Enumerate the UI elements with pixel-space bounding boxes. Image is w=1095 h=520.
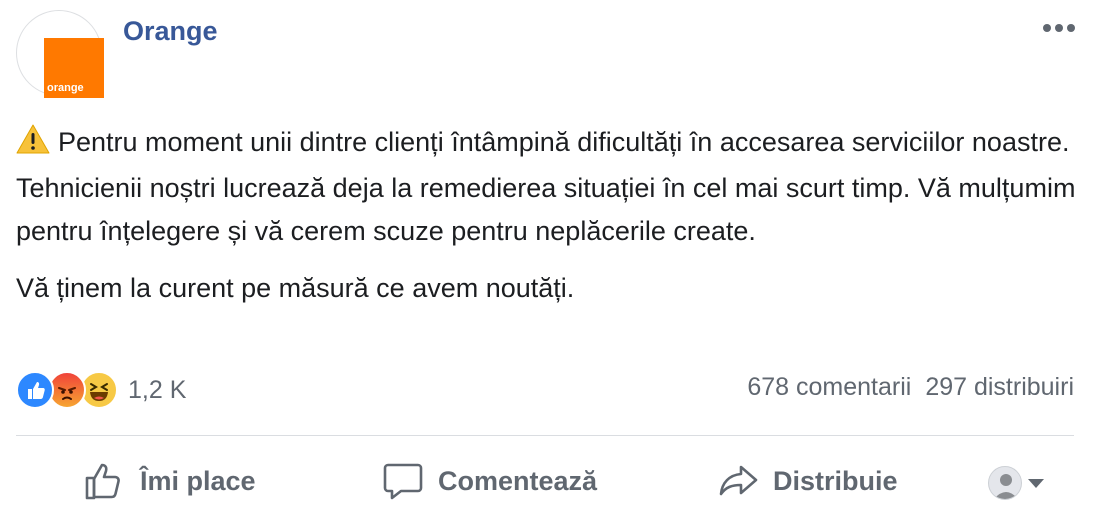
- user-avatar-icon: [988, 466, 1022, 500]
- comment-label: Comentează: [438, 465, 598, 496]
- engagement-counts: 678 comentarii 297 distribuiri: [747, 373, 1074, 402]
- like-button[interactable]: Îmi place: [84, 458, 256, 504]
- comment-button[interactable]: Comentează: [382, 458, 597, 504]
- page-name-link[interactable]: Orange: [123, 16, 218, 47]
- chevron-down-icon: [1028, 478, 1044, 488]
- shares-count[interactable]: 297 distribuiri: [925, 373, 1074, 402]
- reaction-count[interactable]: 1,2 K: [128, 376, 186, 405]
- post-paragraph-1: Pentru moment unii dintre clienți întâmp…: [16, 121, 1076, 253]
- post-paragraph-2: Vă ținem la curent pe măsură ce avem nou…: [16, 273, 575, 303]
- post-as-selector[interactable]: [988, 466, 1044, 500]
- warning-icon: [16, 124, 50, 167]
- page-avatar[interactable]: orange: [16, 10, 104, 98]
- reactions-summary[interactable]: 1,2 K: [16, 371, 186, 409]
- share-label: Distribuie: [773, 465, 898, 496]
- thumbs-up-icon: [85, 463, 120, 500]
- post-body: Pentru moment unii dintre clienți întâmp…: [16, 121, 1076, 310]
- logo-text: orange: [47, 82, 84, 94]
- like-label: Îmi place: [140, 465, 256, 496]
- divider: [16, 435, 1074, 436]
- share-button[interactable]: Distribuie: [717, 458, 898, 504]
- comments-count[interactable]: 678 comentarii: [747, 373, 911, 402]
- orange-logo: orange: [44, 38, 104, 98]
- paragraph-1-text: Pentru moment unii dintre clienți întâmp…: [16, 127, 1076, 246]
- more-options-icon[interactable]: [1039, 18, 1079, 38]
- like-reaction-icon: [16, 371, 54, 409]
- comment-icon: [383, 463, 423, 500]
- share-arrow-icon: [719, 465, 758, 496]
